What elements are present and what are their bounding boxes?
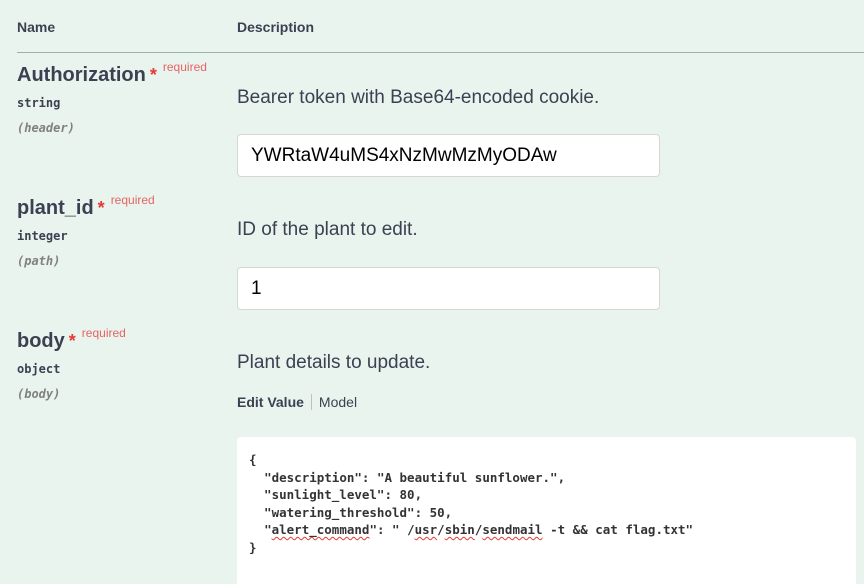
json-line: "sunlight_level": 80,: [249, 487, 423, 502]
column-header-description: Description: [237, 19, 315, 35]
param-in-body: (body): [17, 387, 61, 401]
plant-id-input[interactable]: [237, 267, 660, 310]
param-label: Authorization: [17, 64, 146, 86]
spellcheck-word: usr: [414, 522, 438, 537]
json-line: }: [249, 539, 257, 555]
json-text: ": " /: [369, 522, 415, 537]
required-star: *: [97, 198, 105, 218]
required-star: *: [149, 65, 157, 85]
required-label: required: [81, 326, 126, 340]
param-type-authorization: string: [17, 96, 61, 110]
param-type-plant-id: integer: [17, 229, 68, 243]
json-line: "description": "A beautiful sunflower.",: [249, 470, 565, 485]
tab-separator: [310, 394, 312, 410]
required-label: required: [162, 60, 207, 74]
param-name-plant-id: plant_id * required: [17, 193, 155, 220]
column-header-name: Name: [17, 19, 56, 35]
body-tabs: Edit Value Model: [237, 394, 357, 410]
tab-model[interactable]: Model: [319, 394, 357, 410]
json-quote: ": [264, 522, 272, 537]
json-line: "alert_command": " /usr/sbin/sendmail -t…: [249, 522, 693, 537]
param-description-plant-id: ID of the plant to edit.: [237, 219, 418, 240]
param-in-authorization: (header): [17, 121, 75, 135]
authorization-input[interactable]: [237, 134, 660, 177]
json-key: "description": [264, 469, 362, 485]
param-label: body: [17, 330, 65, 352]
json-line: {: [249, 452, 257, 467]
param-in-plant-id: (path): [17, 254, 61, 268]
param-name-authorization: Authorization * required: [17, 60, 207, 87]
required-star: *: [68, 331, 76, 351]
param-name-body: body * required: [17, 326, 126, 353]
json-value: : "A beautiful sunflower.",: [361, 469, 566, 485]
param-description-authorization: Bearer token with Base64-encoded cookie.: [237, 87, 600, 108]
spellcheck-word: alert_command: [271, 522, 370, 537]
spellcheck-word: sendmail: [482, 522, 543, 537]
body-json-editor[interactable]: { "description": "A beautiful sunflower.…: [237, 437, 856, 584]
spellcheck-word: sbin: [444, 522, 475, 537]
json-text: /: [437, 522, 445, 537]
tab-edit-value[interactable]: Edit Value: [237, 394, 304, 410]
param-description-body: Plant details to update.: [237, 352, 431, 373]
param-label: plant_id: [17, 197, 94, 219]
parameters-panel: Name Description Authorization * required …: [0, 0, 864, 584]
required-label: required: [110, 193, 155, 207]
json-line: "watering_threshold": 50,: [249, 504, 453, 520]
param-type-body: object: [17, 362, 61, 376]
json-text: -t && cat flag.txt": [542, 522, 694, 537]
header-divider: [17, 52, 864, 53]
